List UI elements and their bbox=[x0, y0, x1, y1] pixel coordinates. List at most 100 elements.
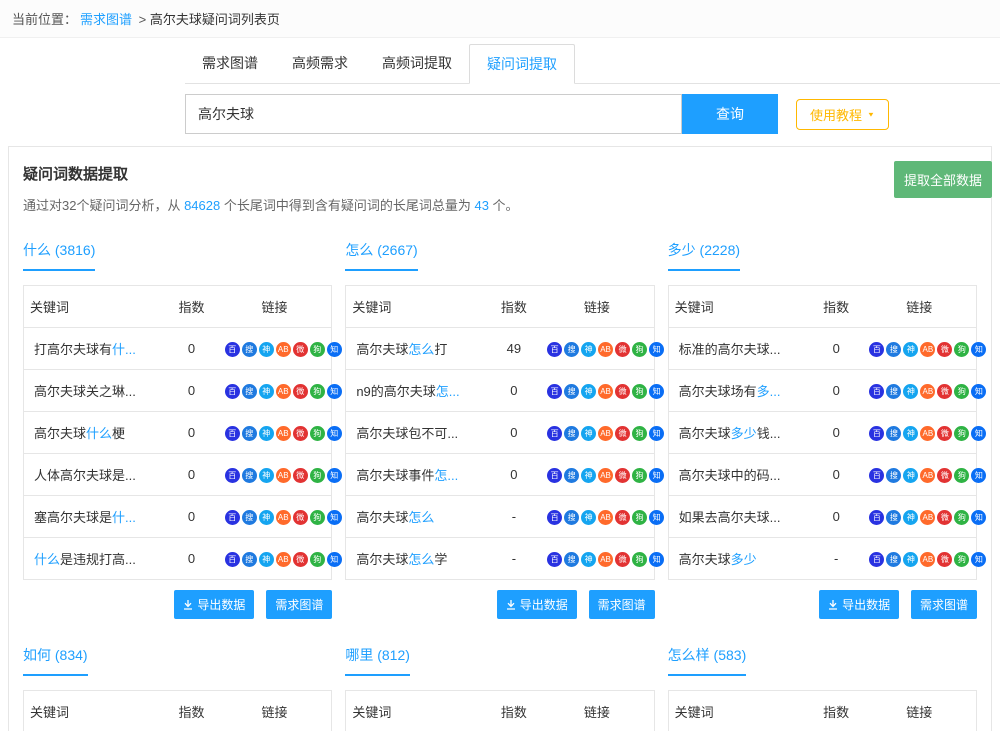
shenma-icon[interactable]: 神 bbox=[581, 468, 596, 483]
keyword-link[interactable]: 塞高尔夫球是什... bbox=[24, 496, 166, 538]
shenma-icon[interactable]: 神 bbox=[581, 552, 596, 567]
zhihu-icon[interactable]: 知 bbox=[327, 426, 342, 441]
shenma-icon[interactable]: 神 bbox=[259, 468, 274, 483]
zhihu-icon[interactable]: 知 bbox=[327, 510, 342, 525]
zhihu-icon[interactable]: 知 bbox=[971, 426, 986, 441]
aizhan-icon[interactable]: AB bbox=[920, 510, 935, 525]
so360-icon[interactable]: 搜 bbox=[886, 426, 901, 441]
baidu-icon[interactable]: 百 bbox=[869, 384, 884, 399]
sogou-icon[interactable]: 狗 bbox=[954, 552, 969, 567]
aizhan-icon[interactable]: AB bbox=[276, 468, 291, 483]
baidu-icon[interactable]: 百 bbox=[869, 510, 884, 525]
zhihu-icon[interactable]: 知 bbox=[649, 510, 664, 525]
card-title[interactable]: 哪里 (812) bbox=[345, 645, 410, 676]
baidu-icon[interactable]: 百 bbox=[547, 384, 562, 399]
keyword-link[interactable]: 标准的高尔夫球... bbox=[668, 328, 810, 370]
shenma-icon[interactable]: 神 bbox=[259, 426, 274, 441]
keyword-link[interactable]: 高尔夫球关之琳... bbox=[24, 370, 166, 412]
shenma-icon[interactable]: 神 bbox=[259, 510, 274, 525]
zhihu-icon[interactable]: 知 bbox=[971, 510, 986, 525]
keyword-link[interactable]: n9的高尔夫球怎... bbox=[346, 370, 488, 412]
baidu-icon[interactable]: 百 bbox=[225, 384, 240, 399]
sogou-icon[interactable]: 狗 bbox=[310, 510, 325, 525]
shenma-icon[interactable]: 神 bbox=[903, 510, 918, 525]
so360-icon[interactable]: 搜 bbox=[886, 552, 901, 567]
aizhan-icon[interactable]: AB bbox=[920, 384, 935, 399]
sogou-icon[interactable]: 狗 bbox=[632, 426, 647, 441]
keyword-link[interactable]: 高尔夫球多少钱... bbox=[668, 412, 810, 454]
export-data-button[interactable]: 导出数据 bbox=[497, 590, 577, 619]
keyword-link[interactable]: 高尔夫球怎么打 bbox=[346, 328, 488, 370]
shenma-icon[interactable]: 神 bbox=[581, 384, 596, 399]
zhihu-icon[interactable]: 知 bbox=[327, 468, 342, 483]
export-data-button[interactable]: 导出数据 bbox=[819, 590, 899, 619]
baidu-icon[interactable]: 百 bbox=[547, 468, 562, 483]
keyword-link[interactable]: 如果去高尔夫球... bbox=[668, 496, 810, 538]
zhihu-icon[interactable]: 知 bbox=[649, 384, 664, 399]
aizhan-icon[interactable]: AB bbox=[920, 468, 935, 483]
weibo-icon[interactable]: 微 bbox=[615, 426, 630, 441]
aizhan-icon[interactable]: AB bbox=[920, 426, 935, 441]
zhihu-icon[interactable]: 知 bbox=[971, 384, 986, 399]
keyword-link[interactable]: 什么是违规打高... bbox=[24, 538, 166, 580]
baidu-icon[interactable]: 百 bbox=[547, 342, 562, 357]
sogou-icon[interactable]: 狗 bbox=[954, 510, 969, 525]
keyword-link[interactable]: 高尔夫球事件怎... bbox=[346, 454, 488, 496]
shenma-icon[interactable]: 神 bbox=[259, 552, 274, 567]
sogou-icon[interactable]: 狗 bbox=[954, 384, 969, 399]
keyword-link[interactable]: 高尔夫球什么梗 bbox=[24, 412, 166, 454]
sogou-icon[interactable]: 狗 bbox=[310, 342, 325, 357]
shenma-icon[interactable]: 神 bbox=[581, 510, 596, 525]
baidu-icon[interactable]: 百 bbox=[547, 552, 562, 567]
baidu-icon[interactable]: 百 bbox=[225, 510, 240, 525]
weibo-icon[interactable]: 微 bbox=[937, 384, 952, 399]
weibo-icon[interactable]: 微 bbox=[937, 342, 952, 357]
so360-icon[interactable]: 搜 bbox=[242, 552, 257, 567]
baidu-icon[interactable]: 百 bbox=[547, 510, 562, 525]
breadcrumb-link-demand-map[interactable]: 需求图谱 bbox=[80, 12, 132, 27]
shenma-icon[interactable]: 神 bbox=[903, 552, 918, 567]
baidu-icon[interactable]: 百 bbox=[225, 468, 240, 483]
weibo-icon[interactable]: 微 bbox=[293, 426, 308, 441]
sogou-icon[interactable]: 狗 bbox=[310, 384, 325, 399]
tutorial-dropdown-button[interactable]: 使用教程 ▼ bbox=[796, 99, 889, 130]
aizhan-icon[interactable]: AB bbox=[276, 384, 291, 399]
baidu-icon[interactable]: 百 bbox=[225, 552, 240, 567]
weibo-icon[interactable]: 微 bbox=[293, 468, 308, 483]
aizhan-icon[interactable]: AB bbox=[598, 468, 613, 483]
weibo-icon[interactable]: 微 bbox=[937, 468, 952, 483]
shenma-icon[interactable]: 神 bbox=[903, 342, 918, 357]
card-title[interactable]: 多少 (2228) bbox=[668, 240, 740, 271]
weibo-icon[interactable]: 微 bbox=[937, 552, 952, 567]
keyword-link[interactable]: 高尔夫球多少 bbox=[668, 538, 810, 580]
aizhan-icon[interactable]: AB bbox=[598, 426, 613, 441]
sogou-icon[interactable]: 狗 bbox=[632, 342, 647, 357]
keyword-link[interactable]: 人体高尔夫球是... bbox=[24, 454, 166, 496]
aizhan-icon[interactable]: AB bbox=[598, 510, 613, 525]
weibo-icon[interactable]: 微 bbox=[293, 510, 308, 525]
weibo-icon[interactable]: 微 bbox=[615, 468, 630, 483]
export-data-button[interactable]: 导出数据 bbox=[174, 590, 254, 619]
demand-map-button[interactable]: 需求图谱 bbox=[589, 590, 655, 619]
card-title[interactable]: 怎么 (2667) bbox=[345, 240, 417, 271]
so360-icon[interactable]: 搜 bbox=[564, 468, 579, 483]
extract-all-button[interactable]: 提取全部数据 bbox=[894, 161, 992, 198]
tab-high-freq-words[interactable]: 高频词提取 bbox=[365, 44, 469, 83]
aizhan-icon[interactable]: AB bbox=[598, 342, 613, 357]
keyword-search-input[interactable] bbox=[185, 94, 682, 134]
card-title[interactable]: 什么 (3816) bbox=[23, 240, 95, 271]
baidu-icon[interactable]: 百 bbox=[869, 342, 884, 357]
zhihu-icon[interactable]: 知 bbox=[971, 342, 986, 357]
shenma-icon[interactable]: 神 bbox=[581, 426, 596, 441]
aizhan-icon[interactable]: AB bbox=[920, 342, 935, 357]
sogou-icon[interactable]: 狗 bbox=[632, 510, 647, 525]
so360-icon[interactable]: 搜 bbox=[242, 426, 257, 441]
zhihu-icon[interactable]: 知 bbox=[971, 468, 986, 483]
baidu-icon[interactable]: 百 bbox=[225, 342, 240, 357]
weibo-icon[interactable]: 微 bbox=[937, 510, 952, 525]
keyword-link[interactable]: 高尔夫球怎么 bbox=[346, 496, 488, 538]
tab-question-words[interactable]: 疑问词提取 bbox=[469, 44, 575, 84]
zhihu-icon[interactable]: 知 bbox=[327, 342, 342, 357]
keyword-link[interactable]: 高尔夫球中的码... bbox=[668, 454, 810, 496]
so360-icon[interactable]: 搜 bbox=[564, 552, 579, 567]
